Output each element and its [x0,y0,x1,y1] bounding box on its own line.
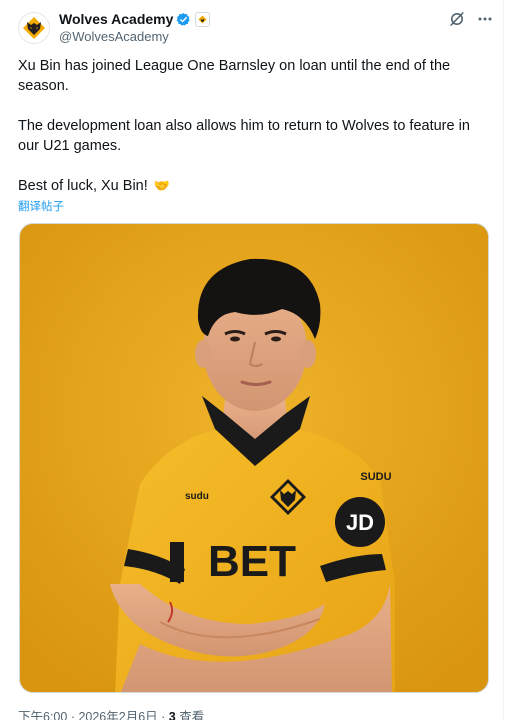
display-name-line: Wolves Academy [59,10,211,28]
meta-separator-1: · [67,710,79,720]
avatar[interactable] [18,12,50,44]
tweet-date[interactable]: 2026年2月6日 [78,710,157,720]
tweet-paragraph-3-text: Best of luck, Xu Bin! [18,178,148,194]
tweet-paragraph-2: The development loan also allows him to … [18,118,470,154]
handshake-emoji: 🤝 [153,178,170,193]
kit-brand-text: SUDU [360,471,391,483]
header-actions [448,10,494,28]
views-label: 查看 [175,710,205,720]
svg-text:sudu: sudu [185,491,209,502]
verified-badge-icon [176,12,191,27]
sleeve-sponsor-text: JD [346,510,374,535]
divider [503,0,504,720]
tweet-photo[interactable]: BET JD SUDU sudu [19,223,489,693]
tweet-time[interactable]: 下午6:00 [18,710,67,720]
more-dots-icon[interactable] [476,10,494,28]
meta-separator-2: · [157,710,169,720]
tweet-meta: 下午6:00 · 2026年2月6日 · 3 查看 [18,706,204,720]
account-handle[interactable]: @WolvesAcademy [59,29,210,44]
tweet-paragraph-1: Xu Bin has joined League One Barnsley on… [18,58,451,94]
tweet-card: Wolves Academy @WolvesAcademy Xu Bin has… [0,0,512,720]
club-affiliate-icon[interactable] [195,11,211,27]
views-count: 3 [168,710,176,720]
shirt-sponsor-text: BET [208,537,296,586]
grok-icon[interactable] [448,10,466,28]
tweet-text: Xu Bin has joined League One Barnsley on… [18,56,480,196]
tweet-paragraph-3: Best of luck, Xu Bin! 🤝 [18,176,480,196]
account-names: Wolves Academy @WolvesAcademy [59,10,211,44]
player-portrait: BET JD SUDU sudu [20,224,488,692]
display-name[interactable]: Wolves Academy [59,11,173,27]
wolf-head-icon [23,17,45,39]
tweet-header: Wolves Academy @WolvesAcademy [18,8,494,46]
translate-post-link[interactable]: 翻译帖子 [18,198,64,214]
